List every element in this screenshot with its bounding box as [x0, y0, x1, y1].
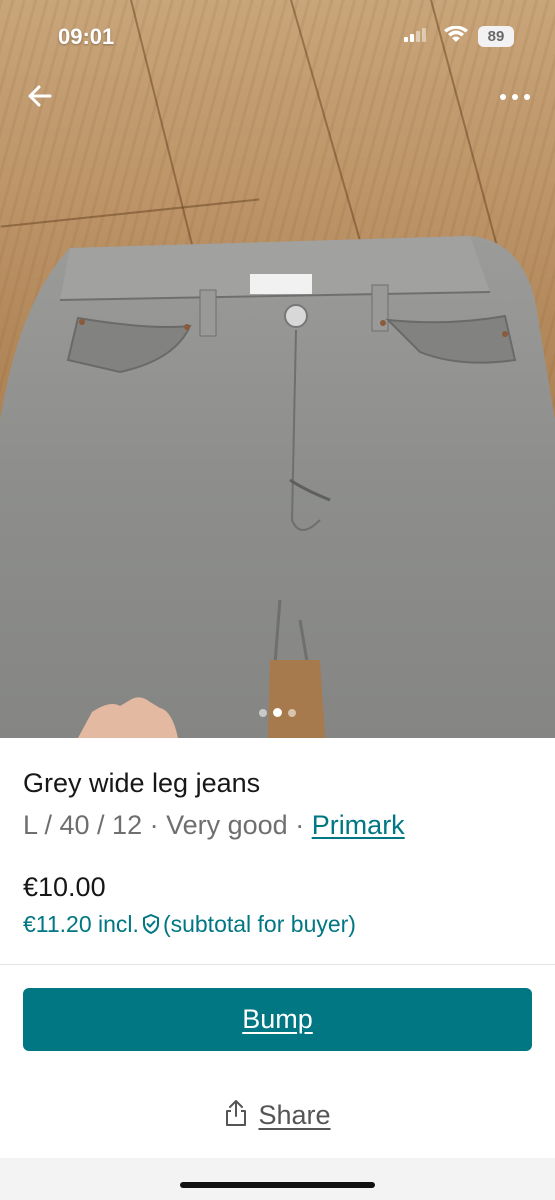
cellular-signal-icon — [404, 28, 426, 42]
share-button-label: Share — [258, 1100, 331, 1130]
gallery-pagination — [0, 704, 555, 718]
gallery-dot-active[interactable] — [273, 708, 282, 718]
item-brand-link[interactable]: Primark — [312, 810, 405, 840]
item-title: Grey wide leg jeans — [23, 768, 261, 798]
meta-separator: · — [287, 810, 312, 840]
more-horizontal-icon — [500, 94, 530, 100]
item-condition: Very good — [166, 810, 288, 840]
item-meta: L / 40 / 12 · Very good · Primark — [23, 810, 405, 841]
share-button[interactable]: Share — [0, 1098, 555, 1138]
price-incl-value: €11.20 incl. — [23, 911, 139, 937]
bump-button[interactable]: Bump — [23, 988, 532, 1051]
gallery-dot[interactable] — [288, 708, 296, 717]
price-incl-note: (subtotal for buyer) — [162, 911, 356, 937]
shield-check-icon — [142, 914, 159, 934]
wifi-icon — [444, 26, 468, 42]
share-icon — [226, 1100, 247, 1126]
meta-separator: · — [142, 810, 167, 840]
battery-indicator: 89 — [478, 26, 514, 47]
bottom-safe-area — [0, 1158, 555, 1200]
gallery-dot[interactable] — [259, 708, 267, 717]
item-size: L / 40 / 12 — [23, 810, 143, 840]
divider — [0, 964, 555, 965]
more-options-button[interactable] — [494, 82, 536, 112]
back-button[interactable] — [20, 78, 60, 114]
price-incl-protection[interactable]: €11.20 incl. (subtotal for buyer) — [23, 911, 356, 938]
status-time: 09:01 — [58, 24, 115, 49]
bump-button-label: Bump — [242, 1004, 313, 1034]
item-price: €10.00 — [23, 872, 106, 902]
arrow-left-icon — [28, 85, 52, 107]
item-photo[interactable]: 09:01 89 — [0, 0, 555, 738]
item-details: Grey wide leg jeans L / 40 / 12 · Very g… — [0, 738, 555, 968]
jeans-image — [0, 236, 555, 738]
status-bar: 09:01 89 — [0, 0, 555, 70]
home-indicator — [180, 1182, 375, 1188]
